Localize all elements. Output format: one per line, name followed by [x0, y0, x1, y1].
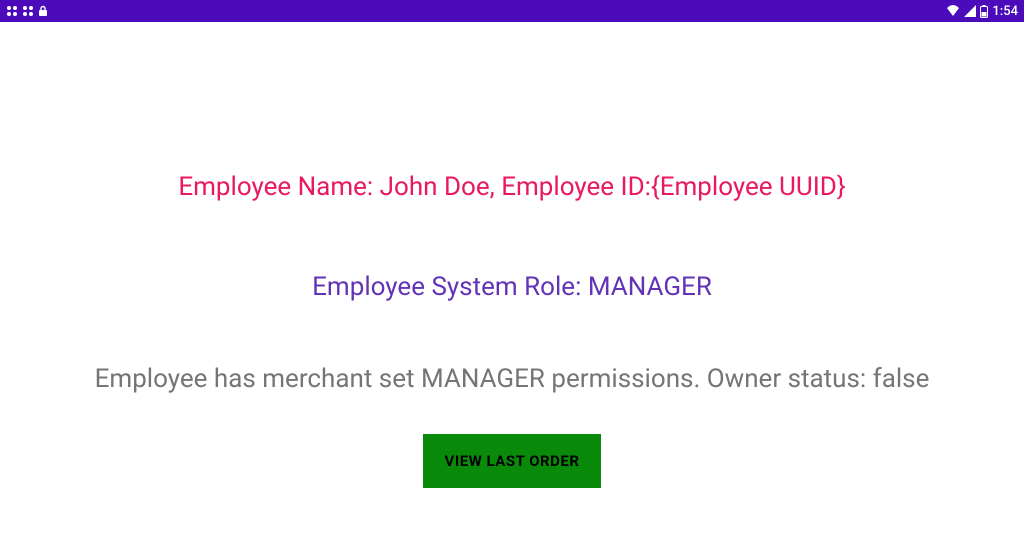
- status-right-icons: 1:54: [946, 4, 1018, 19]
- battery-icon: [980, 5, 988, 18]
- wifi-icon: [946, 5, 960, 17]
- employee-name-line: Employee Name: John Doe, Employee ID:{Em…: [178, 172, 845, 202]
- lock-icon: [38, 5, 48, 17]
- main-content: Employee Name: John Doe, Employee ID:{Em…: [0, 22, 1024, 488]
- app-icon-1: [6, 5, 18, 17]
- app-icon-2: [22, 5, 34, 17]
- employee-permissions-line: Employee has merchant set MANAGER permis…: [95, 364, 930, 394]
- employee-role-line: Employee System Role: MANAGER: [312, 272, 712, 302]
- status-bar: 1:54: [0, 0, 1024, 22]
- status-clock: 1:54: [992, 4, 1018, 19]
- view-last-order-button[interactable]: VIEW LAST ORDER: [423, 434, 602, 488]
- signal-icon: [964, 5, 976, 17]
- status-left-icons: [6, 5, 48, 17]
